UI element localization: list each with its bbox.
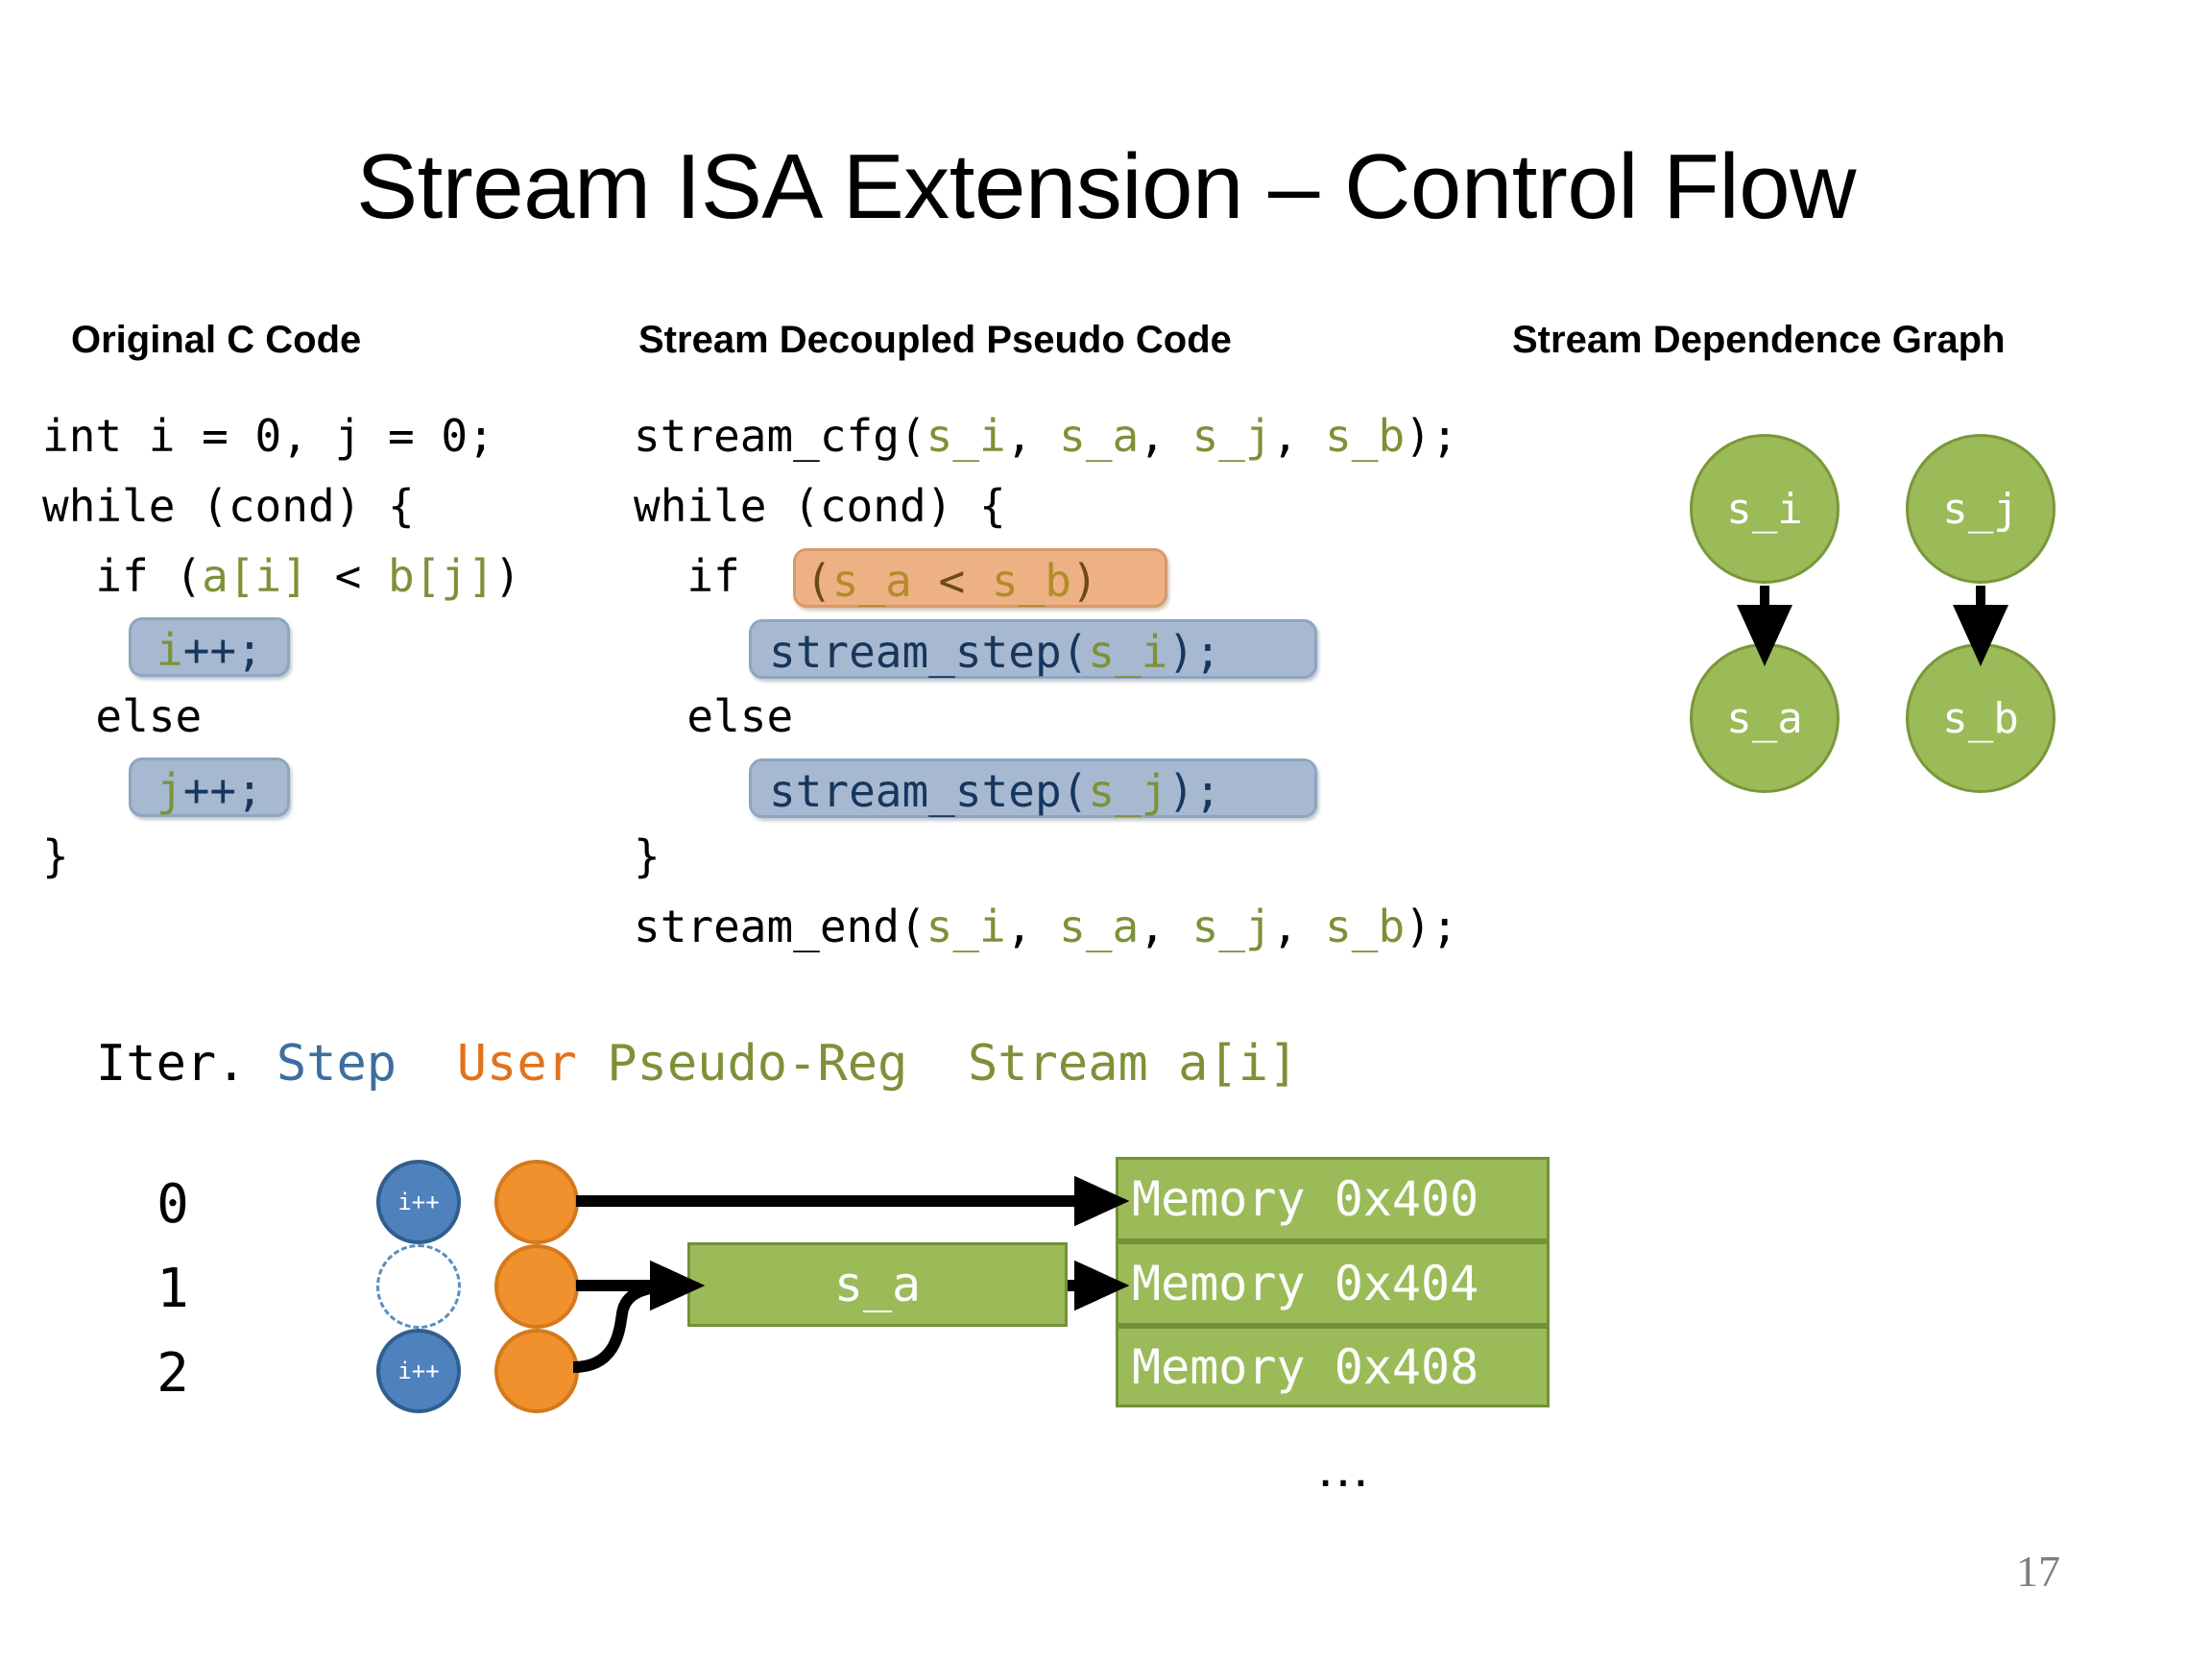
page-number: 17 [2016,1547,2060,1596]
pseudo-cfg-arg-2: s_j [1191,410,1272,462]
pseudo-cfg-prefix: stream_cfg( [634,410,926,462]
c-code-j-op: ++; [182,764,263,816]
pseudo-code-highlight-stream-step-j: stream_step(s_j); [749,758,1317,818]
stream-pseudo-code-block: stream_cfg(s_i, s_a, s_j, s_b); while (c… [634,410,1458,952]
pseudo-cfg-suffix: ); [1405,410,1458,462]
timeline-memory-box-0[interactable]: Memory 0x400 [1116,1157,1550,1241]
c-code-line-1: int i = 0, j = 0; [42,410,494,462]
timeline-step-circle-row-0[interactable]: i++ [376,1160,461,1244]
c-code-line-3-suffix: ) [493,550,521,602]
c-code-line-3-prefix: if ( [42,550,203,602]
pseudo-step-i-prefix: stream_step( [769,626,1089,678]
timeline-legend: Iter. Step User Pseudo-Reg Stream a[i] [96,1035,1298,1093]
dep-graph-node-s-i[interactable]: s_i [1690,434,1839,584]
timeline-curved-arrow-user2-to-pseudoreg [572,1280,679,1373]
timeline-memory-box-2[interactable]: Memory 0x408 [1116,1326,1550,1407]
pseudo-cond-right: s_b [991,555,1071,607]
pseudo-step-i-arg: s_i [1088,626,1168,678]
pseudo-cfg-arg-1: s_a [1059,410,1140,462]
column-header-original-c-code: Original C Code [71,319,362,361]
timeline-iteration-label-2: 2 [156,1342,189,1405]
c-code-line-3-op: < [307,550,389,602]
timeline-user-circle-row-0[interactable] [494,1160,579,1244]
timeline-step-circle-row-1[interactable] [376,1244,461,1329]
pseudo-close-brace: } [634,830,661,882]
pseudo-code-highlight-stream-step-i: stream_step(s_i); [749,619,1317,679]
timeline-iteration-label-1: 1 [156,1258,189,1320]
pseudo-end-suffix: ); [1405,901,1458,952]
pseudo-code-highlight-stream-condition: (s_a < s_b) [793,548,1167,608]
pseudo-end-prefix: stream_end( [634,901,926,952]
pseudo-cond-open-paren: ( [805,555,832,607]
pseudo-step-j-prefix: stream_step( [769,765,1089,817]
c-code-i-var: i [156,624,183,676]
pseudo-step-i-suffix: ); [1167,626,1221,678]
legend-iter: Iter. [96,1035,247,1093]
pseudo-step-j-arg: s_j [1088,765,1168,817]
pseudo-cond-operator: < [911,555,992,607]
memory-continuation-ellipsis: … [1315,1436,1373,1499]
timeline-step-circle-row-2[interactable]: i++ [376,1329,461,1413]
dep-graph-node-s-j[interactable]: s_j [1906,434,2056,584]
timeline-memory-box-1[interactable]: Memory 0x404 [1116,1241,1550,1326]
c-code-else: else [42,690,203,742]
pseudo-cfg-arg-3: s_b [1325,410,1406,462]
legend-pseudo-reg: Pseudo-Reg [607,1035,908,1093]
pseudo-else-keyword: else [634,690,794,742]
page-title: Stream ISA Extension – Control Flow [356,135,1856,238]
c-code-i-op: ++; [182,624,263,676]
c-code-line-2: while (cond) { [42,480,415,532]
legend-step: Step [276,1035,397,1093]
pseudo-end-arg-3: s_b [1325,901,1406,952]
c-code-highlight-i-increment: i++; [129,617,290,677]
pseudo-step-j-suffix: ); [1167,765,1221,817]
pseudo-end-arg-2: s_j [1191,901,1272,952]
timeline-user-circle-row-1[interactable] [494,1244,579,1329]
column-header-stream-decoupled-pseudo-code: Stream Decoupled Pseudo Code [638,319,1232,361]
pseudo-cond-close-paren: ) [1070,555,1098,607]
pseudo-if-keyword: if [634,550,767,602]
legend-user: User [456,1035,577,1093]
dep-graph-node-s-a[interactable]: s_a [1690,643,1839,793]
c-code-close-brace: } [42,830,69,882]
c-code-array-a: a[i] [202,550,308,602]
timeline-user-circle-row-2[interactable] [494,1329,579,1413]
c-code-array-b: b[j] [388,550,494,602]
timeline-iteration-label-0: 0 [156,1173,189,1236]
pseudo-cfg-arg-0: s_i [926,410,1006,462]
pseudo-cond-left: s_a [831,555,912,607]
timeline-pseudo-reg-box-s-a[interactable]: s_a [687,1242,1068,1327]
pseudo-while-line: while (cond) { [634,480,1006,532]
legend-stream: Stream a[i] [967,1035,1299,1093]
pseudo-end-arg-1: s_a [1059,901,1140,952]
dep-graph-node-s-b[interactable]: s_b [1906,643,2056,793]
c-code-highlight-j-increment: j++; [129,757,290,817]
pseudo-end-arg-0: s_i [926,901,1006,952]
c-code-j-var: j [156,764,183,816]
column-header-stream-dependence-graph: Stream Dependence Graph [1512,319,2006,361]
